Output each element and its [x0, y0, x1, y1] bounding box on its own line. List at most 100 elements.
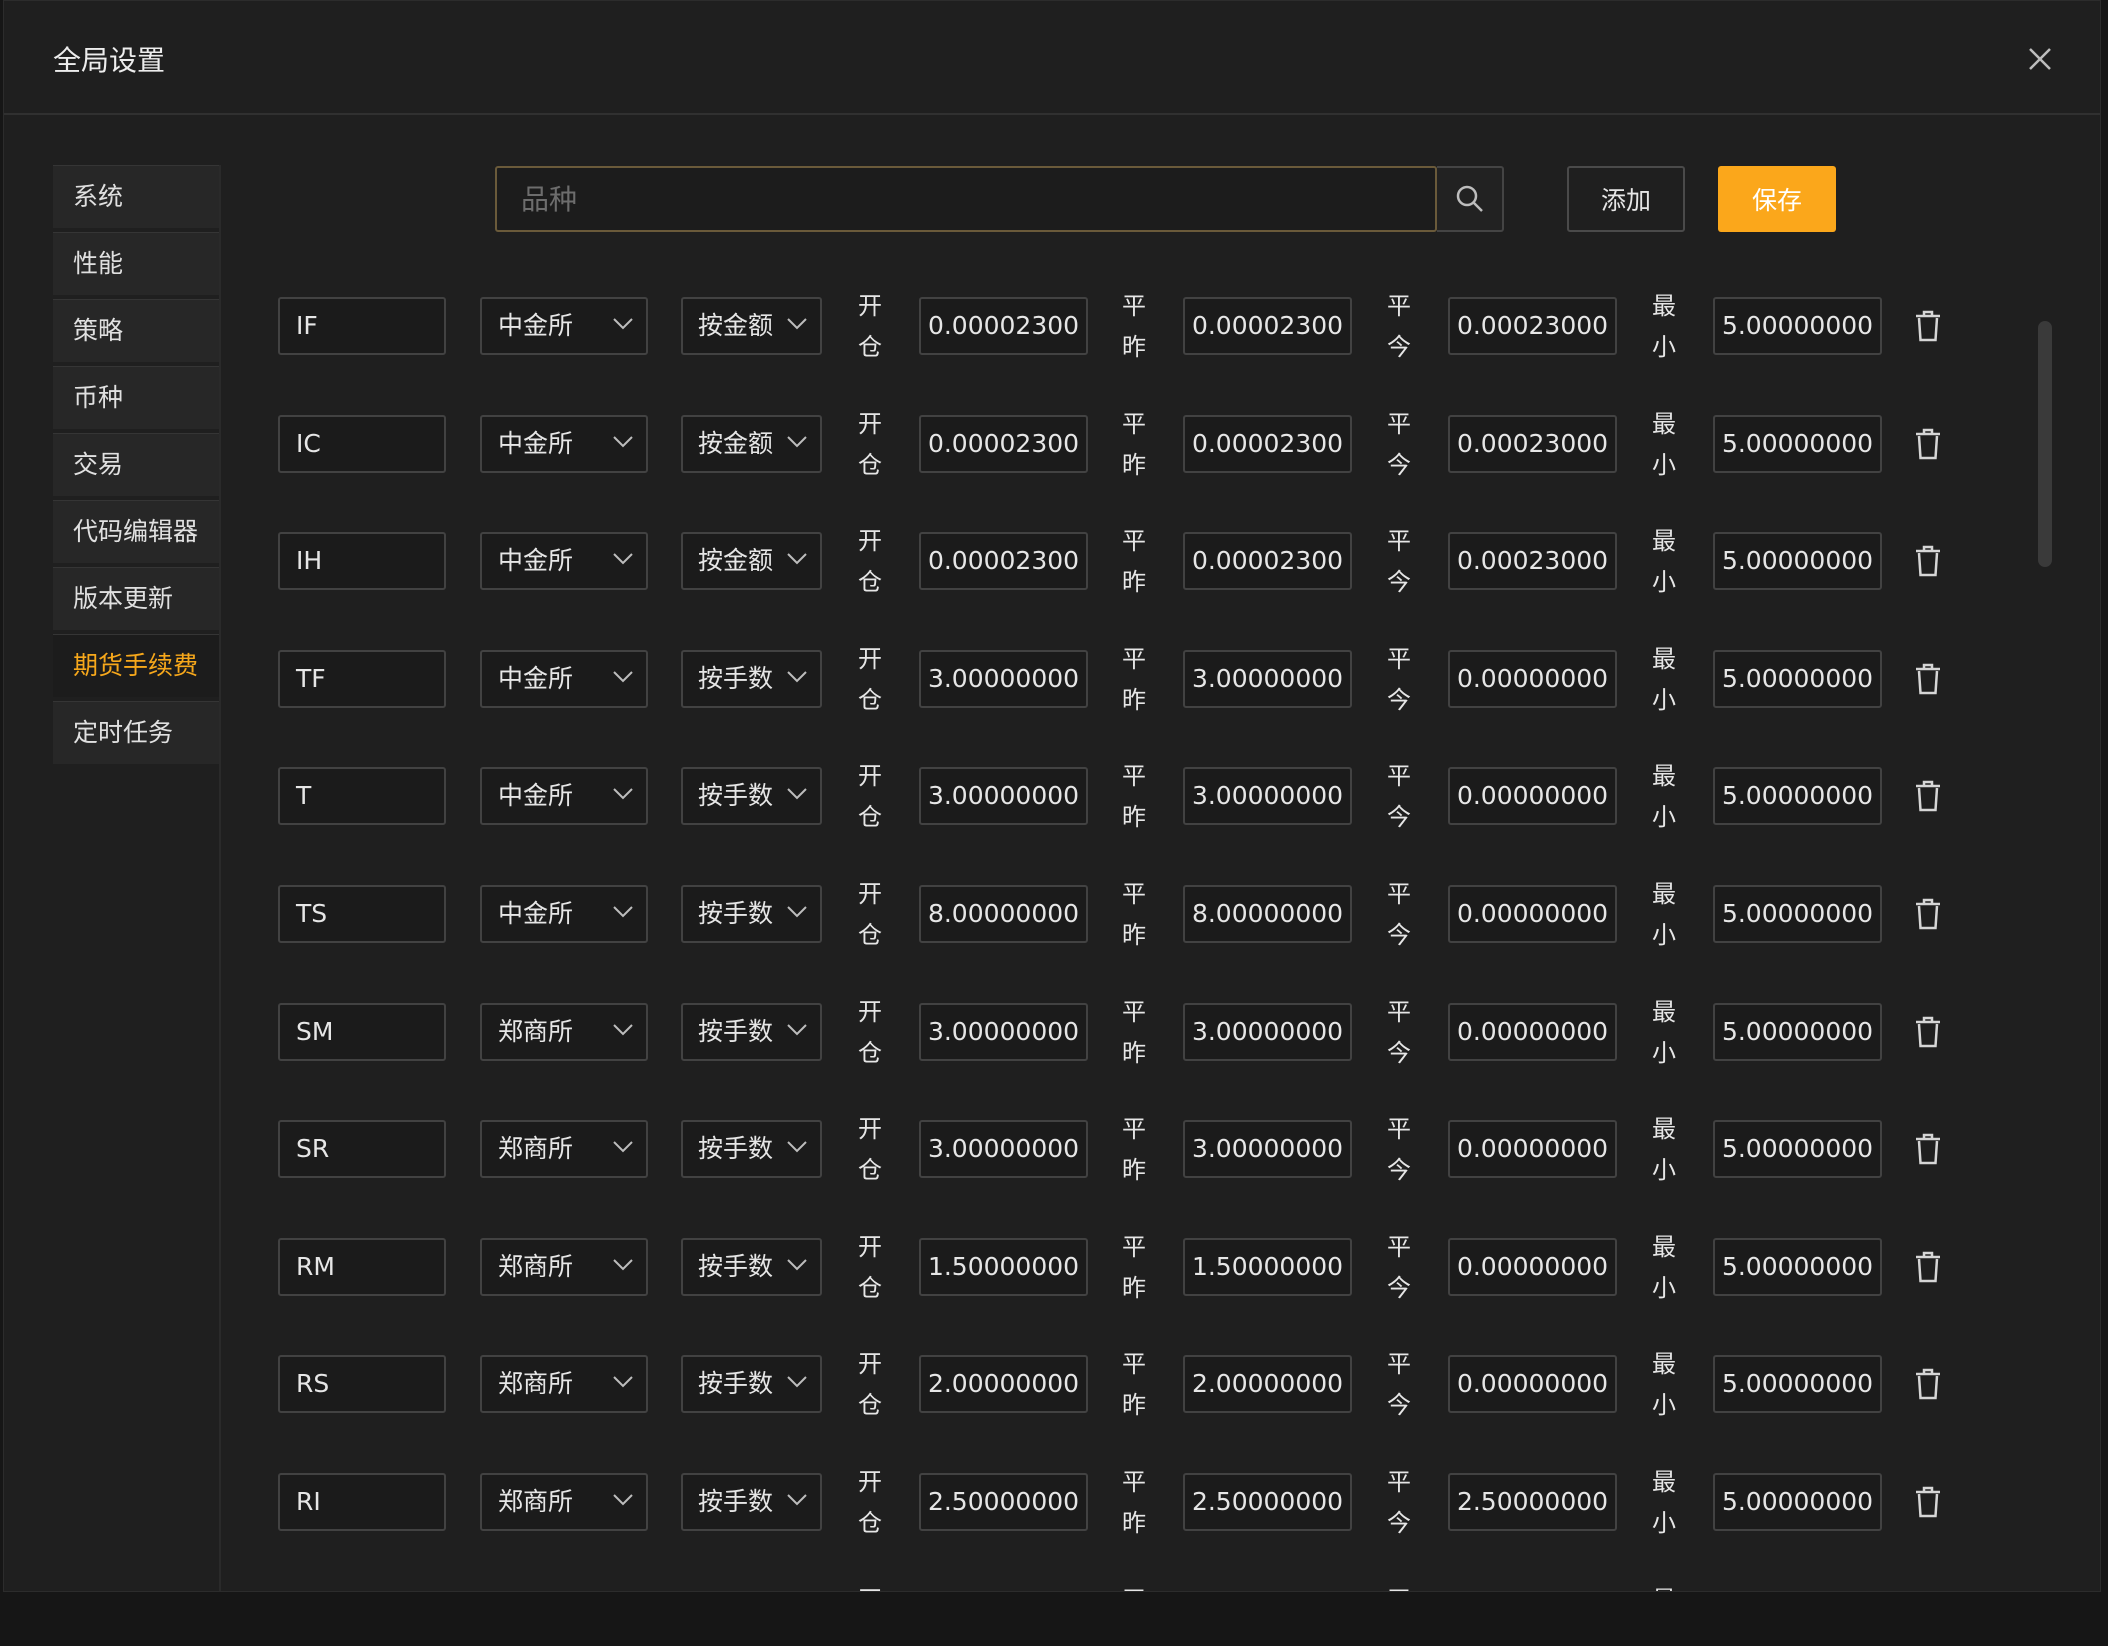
open-fee-input[interactable]: 3.00000000 [919, 767, 1088, 825]
sidebar-item-performance[interactable]: 性能 [53, 232, 219, 295]
close-today-fee-input[interactable]: 0.00000000 [1448, 885, 1617, 943]
fee-type-select[interactable]: 按手数 [681, 1473, 822, 1531]
fee-type-select[interactable]: 按金额 [681, 415, 822, 473]
code-input[interactable]: IH [278, 532, 446, 590]
trash-icon[interactable] [1913, 662, 1943, 696]
trash-icon[interactable] [1913, 544, 1943, 578]
min-fee-input[interactable]: 5.00000000 [1713, 297, 1882, 355]
exchange-select[interactable]: 中金所 [480, 297, 648, 355]
exchange-select[interactable]: 郑商所 [480, 1003, 648, 1061]
sidebar-item-currency[interactable]: 币种 [53, 366, 219, 429]
open-fee-input[interactable]: 3.00000000 [919, 1003, 1088, 1061]
open-fee-input[interactable]: 2.00000000 [919, 1355, 1088, 1413]
trash-icon[interactable] [1913, 309, 1943, 343]
close-today-fee-input[interactable]: 0.00000000 [1448, 1238, 1617, 1296]
sidebar-item-system[interactable]: 系统 [53, 165, 219, 228]
exchange-select[interactable]: 中金所 [480, 885, 648, 943]
trash-icon[interactable] [1913, 1015, 1943, 1049]
code-input[interactable]: SR [278, 1120, 446, 1178]
sidebar-item-strategy[interactable]: 策略 [53, 299, 219, 362]
search-input[interactable] [497, 168, 1437, 230]
code-input[interactable] [278, 1591, 446, 1592]
min-fee-input[interactable]: 5.00000000 [1713, 1120, 1882, 1178]
close-today-fee-input[interactable]: 0.00000000 [1448, 650, 1617, 708]
min-fee-input[interactable]: 5.00000000 [1713, 1355, 1882, 1413]
trash-icon[interactable] [1913, 1250, 1943, 1284]
add-button[interactable]: 添加 [1567, 166, 1685, 232]
close-yesterday-fee-input[interactable]: 3.00000000 [1183, 650, 1352, 708]
exchange-select[interactable]: 郑商所 [480, 1355, 648, 1413]
exchange-select[interactable]: 中金所 [480, 767, 648, 825]
close-today-fee-input[interactable]: 0.00023000 [1448, 532, 1617, 590]
open-fee-input[interactable]: 0.00002300 [919, 532, 1088, 590]
trash-icon[interactable] [1913, 427, 1943, 461]
fee-type-select[interactable]: 按手数 [681, 767, 822, 825]
code-input[interactable]: T [278, 767, 446, 825]
close-yesterday-fee-input[interactable]: 3.00000000 [1183, 767, 1352, 825]
code-input[interactable]: TS [278, 885, 446, 943]
open-fee-input[interactable] [919, 1591, 1088, 1592]
close-yesterday-fee-input[interactable]: 0.00002300 [1183, 532, 1352, 590]
close-yesterday-fee-input[interactable]: 1.50000000 [1183, 1238, 1352, 1296]
scrollbar[interactable] [2038, 321, 2052, 567]
close-today-fee-input[interactable] [1448, 1591, 1617, 1592]
min-fee-input[interactable]: 5.00000000 [1713, 1238, 1882, 1296]
trash-icon[interactable] [1913, 779, 1943, 813]
min-fee-input[interactable]: 5.00000000 [1713, 1473, 1882, 1531]
close-yesterday-fee-input[interactable] [1183, 1591, 1352, 1592]
fee-type-select[interactable]: 按手数 [681, 1003, 822, 1061]
code-input[interactable]: IF [278, 297, 446, 355]
code-input[interactable]: IC [278, 415, 446, 473]
sidebar-item-futures-fee[interactable]: 期货手续费 [53, 634, 219, 697]
close-yesterday-fee-input[interactable]: 2.50000000 [1183, 1473, 1352, 1531]
fee-type-select[interactable]: 按金额 [681, 532, 822, 590]
exchange-select[interactable]: 郑商所 [480, 1238, 648, 1296]
open-fee-input[interactable]: 3.00000000 [919, 650, 1088, 708]
min-fee-input[interactable]: 5.00000000 [1713, 532, 1882, 590]
close-yesterday-fee-input[interactable]: 8.00000000 [1183, 885, 1352, 943]
min-fee-input[interactable] [1713, 1591, 1882, 1592]
code-input[interactable]: RI [278, 1473, 446, 1531]
code-input[interactable]: RS [278, 1355, 446, 1413]
open-fee-input[interactable]: 0.00002300 [919, 297, 1088, 355]
close-today-fee-input[interactable]: 0.00023000 [1448, 297, 1617, 355]
fee-type-select[interactable]: 按手数 [681, 1238, 822, 1296]
code-input[interactable]: RM [278, 1238, 446, 1296]
trash-icon[interactable] [1913, 1132, 1943, 1166]
search-icon[interactable] [1437, 166, 1504, 232]
close-today-fee-input[interactable]: 0.00023000 [1448, 415, 1617, 473]
open-fee-input[interactable]: 1.50000000 [919, 1238, 1088, 1296]
sidebar-item-version-update[interactable]: 版本更新 [53, 567, 219, 630]
min-fee-input[interactable]: 5.00000000 [1713, 415, 1882, 473]
min-fee-input[interactable]: 5.00000000 [1713, 767, 1882, 825]
exchange-select[interactable]: 郑商所 [480, 1473, 648, 1531]
save-button[interactable]: 保存 [1718, 166, 1836, 232]
close-icon[interactable] [2024, 43, 2056, 75]
trash-icon[interactable] [1913, 1485, 1943, 1519]
sidebar-item-scheduled-tasks[interactable]: 定时任务 [53, 701, 219, 764]
trash-icon[interactable] [1913, 897, 1943, 931]
exchange-select[interactable]: 中金所 [480, 650, 648, 708]
fee-type-select[interactable]: 按手数 [681, 1355, 822, 1413]
exchange-select[interactable]: 中金所 [480, 532, 648, 590]
exchange-select[interactable] [480, 1591, 648, 1592]
trash-icon[interactable] [1913, 1367, 1943, 1401]
code-input[interactable]: SM [278, 1003, 446, 1061]
close-yesterday-fee-input[interactable]: 3.00000000 [1183, 1120, 1352, 1178]
exchange-select[interactable]: 郑商所 [480, 1120, 648, 1178]
close-today-fee-input[interactable]: 0.00000000 [1448, 1003, 1617, 1061]
min-fee-input[interactable]: 5.00000000 [1713, 885, 1882, 943]
close-today-fee-input[interactable]: 0.00000000 [1448, 1120, 1617, 1178]
close-today-fee-input[interactable]: 2.50000000 [1448, 1473, 1617, 1531]
close-today-fee-input[interactable]: 0.00000000 [1448, 767, 1617, 825]
fee-type-select[interactable]: 按手数 [681, 1120, 822, 1178]
open-fee-input[interactable]: 3.00000000 [919, 1120, 1088, 1178]
exchange-select[interactable]: 中金所 [480, 415, 648, 473]
close-today-fee-input[interactable]: 0.00000000 [1448, 1355, 1617, 1413]
sidebar-item-code-editor[interactable]: 代码编辑器 [53, 500, 219, 563]
close-yesterday-fee-input[interactable]: 0.00002300 [1183, 415, 1352, 473]
open-fee-input[interactable]: 8.00000000 [919, 885, 1088, 943]
close-yesterday-fee-input[interactable]: 0.00002300 [1183, 297, 1352, 355]
close-yesterday-fee-input[interactable]: 2.00000000 [1183, 1355, 1352, 1413]
fee-type-select[interactable]: 按手数 [681, 650, 822, 708]
